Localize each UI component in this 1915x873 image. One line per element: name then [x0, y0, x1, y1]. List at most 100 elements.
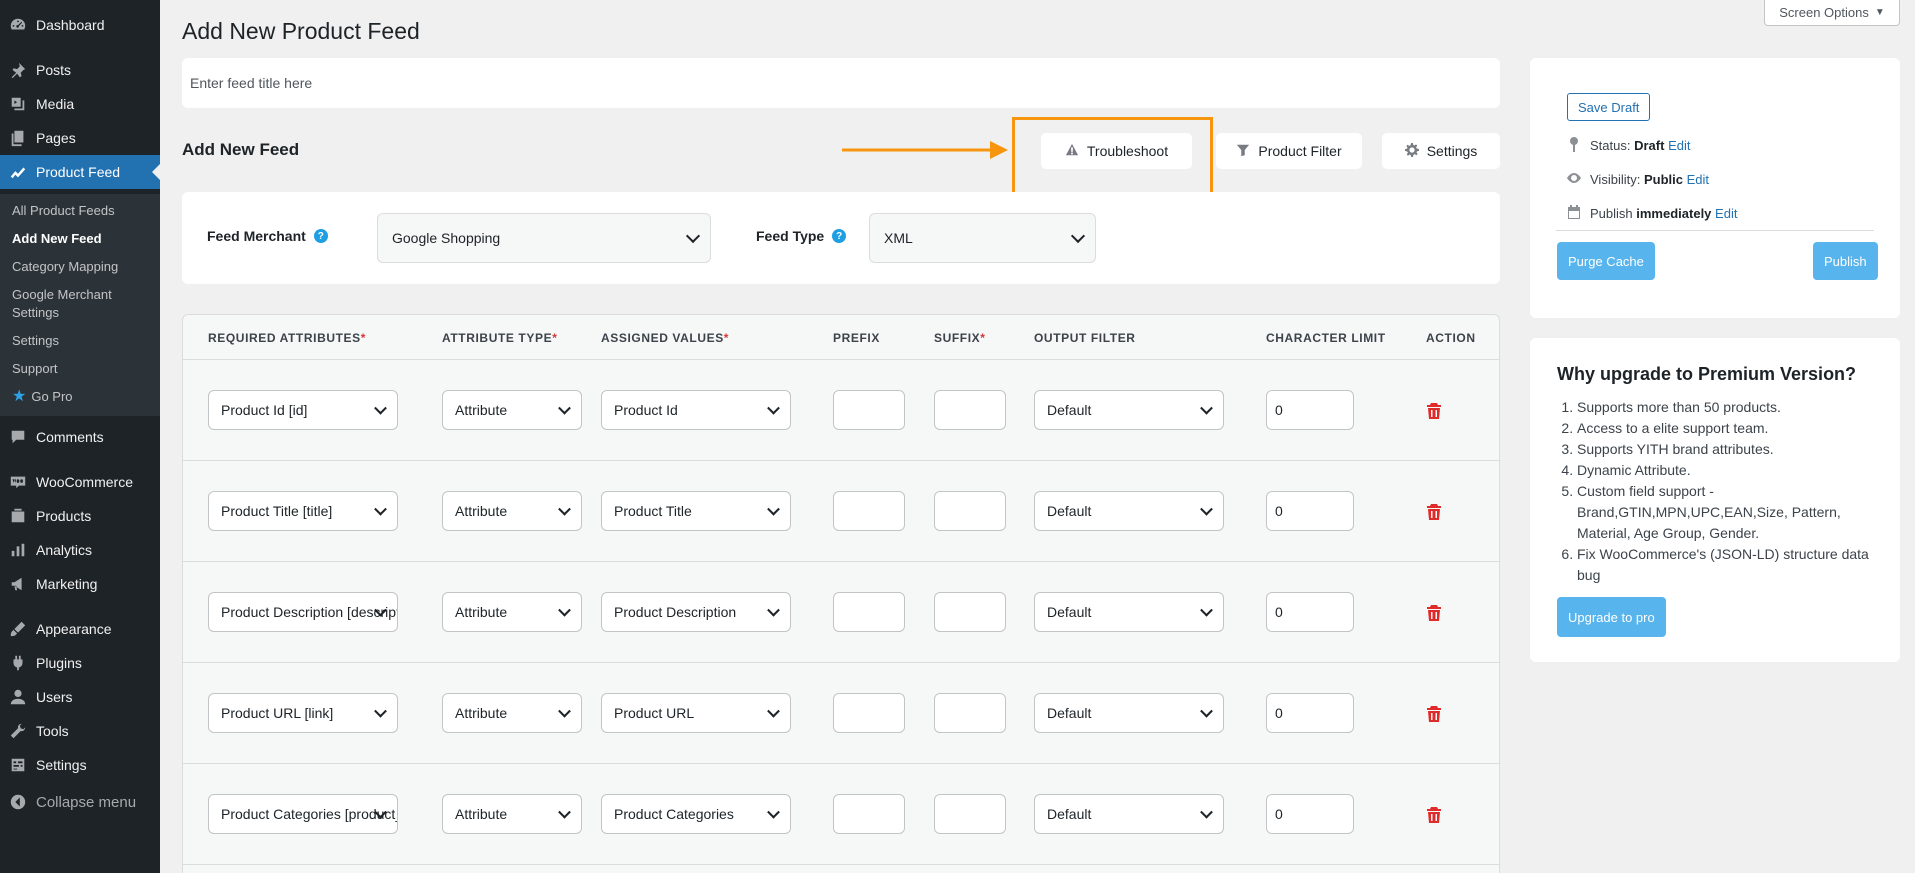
- upgrade-to-pro-button[interactable]: Upgrade to pro: [1557, 597, 1666, 637]
- character-limit-input[interactable]: [1266, 390, 1354, 430]
- trash-icon[interactable]: [1427, 807, 1441, 823]
- assigned-value-select[interactable]: Product Id: [601, 390, 791, 430]
- assigned-value-select[interactable]: Product Categories: [601, 794, 791, 834]
- header-character-limit: CHARACTER LIMIT: [1266, 331, 1386, 345]
- suffix-input[interactable]: [934, 390, 1006, 430]
- collapse-menu-button[interactable]: Collapse menu: [0, 785, 160, 819]
- output-filter-select[interactable]: Default: [1034, 794, 1224, 834]
- trash-icon[interactable]: [1427, 706, 1441, 722]
- suffix-input[interactable]: [934, 693, 1006, 733]
- attribute-type-select[interactable]: Attribute: [442, 491, 582, 531]
- suffix-input[interactable]: [934, 794, 1006, 834]
- select-value: Product URL: [614, 705, 695, 721]
- select-value: Attribute: [455, 806, 508, 822]
- status-line: Status: Draft Edit: [1566, 136, 1690, 155]
- edit-visibility-link[interactable]: Edit: [1687, 172, 1709, 187]
- list-item: Access to a elite support team.: [1577, 418, 1877, 439]
- settings-button[interactable]: Settings: [1382, 133, 1500, 169]
- sidebar-item-dashboard[interactable]: Dashboard: [0, 8, 160, 42]
- submenu-support[interactable]: Support: [12, 360, 152, 378]
- sidebar-item-tools[interactable]: Tools: [0, 714, 160, 748]
- assigned-value-select[interactable]: Product Description: [601, 592, 791, 632]
- sidebar-item-products[interactable]: Products: [0, 499, 160, 533]
- output-filter-select[interactable]: Default: [1034, 390, 1224, 430]
- submenu-category-mapping[interactable]: Category Mapping: [12, 258, 152, 276]
- character-limit-input[interactable]: [1266, 794, 1354, 834]
- help-icon[interactable]: ?: [832, 229, 847, 243]
- character-limit-input[interactable]: [1266, 491, 1354, 531]
- screen-options-button[interactable]: Screen Options ▼: [1764, 0, 1900, 26]
- assigned-value-select[interactable]: Product Title: [601, 491, 791, 531]
- sidebar-item-plugins[interactable]: Plugins: [0, 646, 160, 680]
- gear-icon: [1404, 142, 1419, 160]
- feed-merchant-select[interactable]: Google Shopping: [377, 213, 711, 263]
- assigned-value-select[interactable]: Product URL: [601, 693, 791, 733]
- sidebar-item-analytics[interactable]: Analytics: [0, 533, 160, 567]
- output-filter-select[interactable]: Default: [1034, 693, 1224, 733]
- prefix-input[interactable]: [833, 592, 905, 632]
- header-text: REQUIRED ATTRIBUTES: [208, 331, 361, 345]
- submenu-all-product-feeds[interactable]: All Product Feeds: [12, 202, 152, 220]
- sidebar-item-comments[interactable]: Comments: [0, 420, 160, 454]
- submenu-settings[interactable]: Settings: [12, 332, 152, 350]
- sidebar-item-label: Products: [36, 508, 92, 524]
- character-limit-input[interactable]: [1266, 592, 1354, 632]
- product-filter-button[interactable]: Product Filter: [1216, 133, 1362, 169]
- sidebar-item-pages[interactable]: Pages: [0, 121, 160, 155]
- chevron-down-icon: [374, 401, 387, 415]
- prefix-input[interactable]: [833, 491, 905, 531]
- publish-button[interactable]: Publish: [1813, 242, 1878, 280]
- header-output-filter: OUTPUT FILTER: [1034, 331, 1136, 345]
- edit-publish-link[interactable]: Edit: [1715, 206, 1737, 221]
- required-attribute-select[interactable]: Product Title [title]: [208, 491, 398, 531]
- character-limit-input[interactable]: [1266, 693, 1354, 733]
- annotation-highlight-box: [1012, 117, 1213, 196]
- trash-icon[interactable]: [1427, 403, 1441, 419]
- sidebar-item-media[interactable]: Media: [0, 87, 160, 121]
- sidebar-item-woocommerce[interactable]: WooCommerce: [0, 465, 160, 499]
- purge-cache-button[interactable]: Purge Cache: [1557, 242, 1655, 280]
- attribute-type-select[interactable]: Attribute: [442, 693, 582, 733]
- help-icon[interactable]: ?: [313, 229, 328, 243]
- pages-icon: [0, 129, 36, 147]
- feed-merchant-label-text: Feed Merchant: [207, 228, 306, 244]
- prefix-input[interactable]: [833, 693, 905, 733]
- submenu-go-pro-label: Go Pro: [31, 389, 73, 404]
- edit-status-link[interactable]: Edit: [1668, 138, 1690, 153]
- submenu-go-pro[interactable]: ★ Go Pro: [12, 388, 152, 406]
- feed-type-select[interactable]: XML: [869, 213, 1096, 263]
- suffix-input[interactable]: [934, 491, 1006, 531]
- trash-icon[interactable]: [1427, 605, 1441, 621]
- product-feed-icon: [0, 163, 36, 181]
- sidebar-item-settings[interactable]: Settings: [0, 748, 160, 782]
- submenu-google-merchant-settings[interactable]: Google Merchant Settings: [12, 286, 152, 322]
- suffix-input[interactable]: [934, 592, 1006, 632]
- required-attribute-select[interactable]: Product Description [description]: [208, 592, 398, 632]
- feed-title-input[interactable]: [182, 58, 1500, 108]
- header-assigned-values: ASSIGNED VALUES*: [601, 331, 729, 345]
- prefix-input[interactable]: [833, 390, 905, 430]
- required-attribute-select[interactable]: Product URL [link]: [208, 693, 398, 733]
- sidebar-item-product-feed[interactable]: Product Feed: [0, 155, 160, 189]
- submenu-add-new-feed[interactable]: Add New Feed: [12, 230, 152, 248]
- sidebar-item-appearance[interactable]: Appearance: [0, 612, 160, 646]
- prefix-input[interactable]: [833, 794, 905, 834]
- attribute-type-select[interactable]: Attribute: [442, 390, 582, 430]
- tools-icon: [0, 722, 36, 740]
- sidebar-item-posts[interactable]: Posts: [0, 53, 160, 87]
- attribute-type-select[interactable]: Attribute: [442, 592, 582, 632]
- trash-icon[interactable]: [1427, 504, 1441, 520]
- chevron-down-icon: [558, 603, 571, 617]
- visibility-label: Visibility:: [1590, 172, 1641, 187]
- attribute-type-select[interactable]: Attribute: [442, 794, 582, 834]
- sidebar-item-users[interactable]: Users: [0, 680, 160, 714]
- output-filter-select[interactable]: Default: [1034, 491, 1224, 531]
- chevron-down-icon: [1200, 401, 1213, 415]
- sidebar-item-marketing[interactable]: Marketing: [0, 567, 160, 601]
- header-attribute-type: ATTRIBUTE TYPE*: [442, 331, 557, 345]
- save-draft-button[interactable]: Save Draft: [1567, 93, 1651, 121]
- output-filter-select[interactable]: Default: [1034, 592, 1224, 632]
- required-attribute-select[interactable]: Product Id [id]: [208, 390, 398, 430]
- required-attribute-select[interactable]: Product Categories [product_type]: [208, 794, 398, 834]
- select-value: Default: [1047, 503, 1092, 519]
